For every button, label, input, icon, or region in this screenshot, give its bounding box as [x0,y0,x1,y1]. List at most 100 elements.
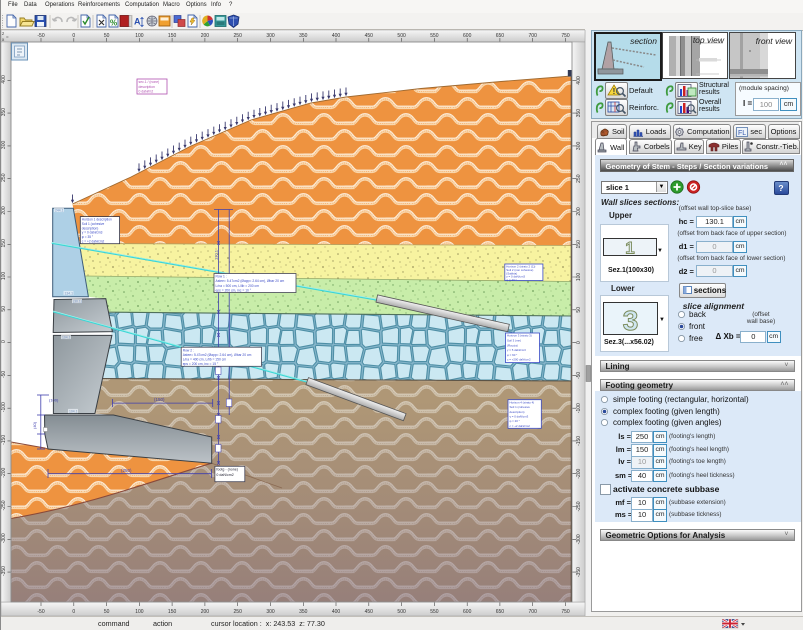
svg-text:400: 400 [332,33,341,39]
svg-text:-150: -150 [576,436,582,446]
svg-text:-50: -50 [37,609,44,615]
svg-text:244.1: 244.1 [55,209,64,213]
svg-text:(100): (100) [49,398,59,403]
svg-text:250: 250 [234,33,243,39]
svg-text:150: 150 [168,609,177,615]
svg-text:Row 2 :: Row 2 : [183,348,194,352]
svg-text:400: 400 [576,76,582,85]
svg-text:footg - (none): footg - (none) [216,468,238,472]
svg-text:500: 500 [397,33,406,39]
svg-text:-150: -150 [1,435,7,445]
svg-text:γ = 0 daN/cm3: γ = 0 daN/cm3 [82,231,103,235]
svg-text:50: 50 [576,307,582,313]
svg-text:Soil 1 (cohesive: Soil 1 (cohesive [510,405,531,409]
svg-text:200: 200 [576,207,582,216]
svg-text:700: 700 [529,609,538,615]
svg-text:150: 150 [168,33,177,39]
svg-text:Soil 3 (me): Soil 3 (me) [507,339,521,343]
svg-text:top view: top view [693,35,725,45]
svg-text:-300: -300 [576,534,582,544]
svg-text:FL: FL [738,129,746,136]
svg-text:(30.1): (30.1) [73,300,82,304]
svg-text:-100: -100 [576,403,582,413]
svg-text:104.1: 104.1 [69,410,78,414]
svg-text:100: 100 [576,273,582,282]
svg-text:(250): (250) [121,468,132,473]
svg-text:350: 350 [1,108,7,117]
svg-text:300: 300 [1,141,7,150]
svg-text:104.1: 104.1 [62,336,71,340]
svg-text:100: 100 [1,272,7,281]
svg-text:description: description [139,85,156,89]
svg-text:1: 1 [625,239,634,255]
svg-text:-250: -250 [1,500,7,510]
svg-text:0: 0 [72,609,75,615]
svg-text:-50: -50 [1,371,7,378]
svg-text:100: 100 [135,609,144,615]
svg-text:γ = 0 daN/cm3: γ = 0 daN/cm3 [510,415,529,419]
svg-text:550: 550 [430,609,439,615]
svg-text:300: 300 [266,609,275,615]
svg-text:450: 450 [365,609,374,615]
svg-text:650: 650 [496,33,505,39]
svg-text:L/na = 500 cm, L/lib = 200 cm: L/na = 500 cm, L/lib = 200 cm [216,284,260,288]
svg-text:350: 350 [576,109,582,118]
svg-text:section: section [630,36,657,46]
svg-text:150: 150 [1,239,7,248]
svg-text:200: 200 [1,206,7,215]
svg-text:front view: front view [756,36,793,46]
svg-text:-300: -300 [1,533,7,543]
svg-text:0 daN/m2: 0 daN/m2 [139,89,154,93]
svg-text:250: 250 [576,174,582,183]
svg-text:550: 550 [430,33,439,39]
svg-text:350: 350 [299,609,308,615]
svg-text:L/na = 400 cm, L/lib = 150 cm: L/na = 400 cm, L/lib = 150 cm [183,358,227,362]
svg-text:200: 200 [201,33,210,39]
svg-text:750: 750 [561,609,570,615]
svg-text:(150): (150) [154,397,165,402]
svg-text:Horizon 4 (strato 4): Horizon 4 (strato 4) [510,400,535,404]
svg-text:eps = 200 cm, inc = 10 °: eps = 200 cm, inc = 10 ° [216,288,252,292]
svg-text:700: 700 [529,33,538,39]
svg-text:!: ! [613,87,616,96]
svg-text:-200: -200 [576,468,582,478]
svg-text:600: 600 [463,609,472,615]
svg-text:-350: -350 [576,567,582,577]
svg-text:φ = 20 °: φ = 20 ° [510,419,520,423]
svg-text:134.1: 134.1 [65,292,74,296]
svg-text:-100: -100 [1,402,7,412]
svg-text:3: 3 [622,305,638,334]
svg-text:650: 650 [496,609,505,615]
svg-text:600: 600 [463,33,472,39]
svg-text:(40): (40) [32,421,37,429]
svg-text:130.1: 130.1 [214,249,219,260]
svg-text:450: 450 [365,33,374,39]
svg-text:0: 0 [576,341,582,344]
svg-text:300: 300 [576,142,582,151]
svg-text:description): description) [510,410,525,414]
svg-text:50: 50 [104,609,110,615]
svg-text:150: 150 [576,240,582,249]
svg-text:c = +200 daN/cm2: c = +200 daN/cm2 [507,358,531,362]
svg-text:400: 400 [1,75,7,84]
svg-text:0: 0 [72,33,75,39]
svg-text:500: 500 [397,609,406,615]
svg-text:φ = 40 °: φ = 40 ° [506,278,516,282]
svg-text:300: 300 [266,33,275,39]
svg-text:250: 250 [234,609,243,615]
svg-text:750: 750 [561,33,570,39]
svg-text:Row 1 :: Row 1 : [216,275,227,279]
svg-text:(Roccia): (Roccia) [507,343,518,347]
svg-text:γ = 5 daN/cm3: γ = 5 daN/cm3 [507,348,526,352]
svg-text:Soil 1 (cohesive: Soil 1 (cohesive [82,222,105,226]
svg-text:φ = 60 °: φ = 60 ° [507,353,517,357]
svg-text:0 daN/cm2: 0 daN/cm2 [216,473,233,477]
svg-text:Astee= 5.47cm2 (Øapp= 2.64 cm): Astee= 5.47cm2 (Øapp= 2.64 cm), Øbar 20 … [183,353,252,357]
svg-text:100: 100 [135,33,144,39]
svg-text:c = +2 daN/cm2: c = +2 daN/cm2 [82,239,105,243]
svg-text:-200: -200 [1,467,7,477]
svg-text:=: = [6,34,9,39]
svg-text:-250: -250 [576,501,582,511]
svg-text:-50: -50 [576,372,582,379]
svg-text:A: A [134,17,141,27]
